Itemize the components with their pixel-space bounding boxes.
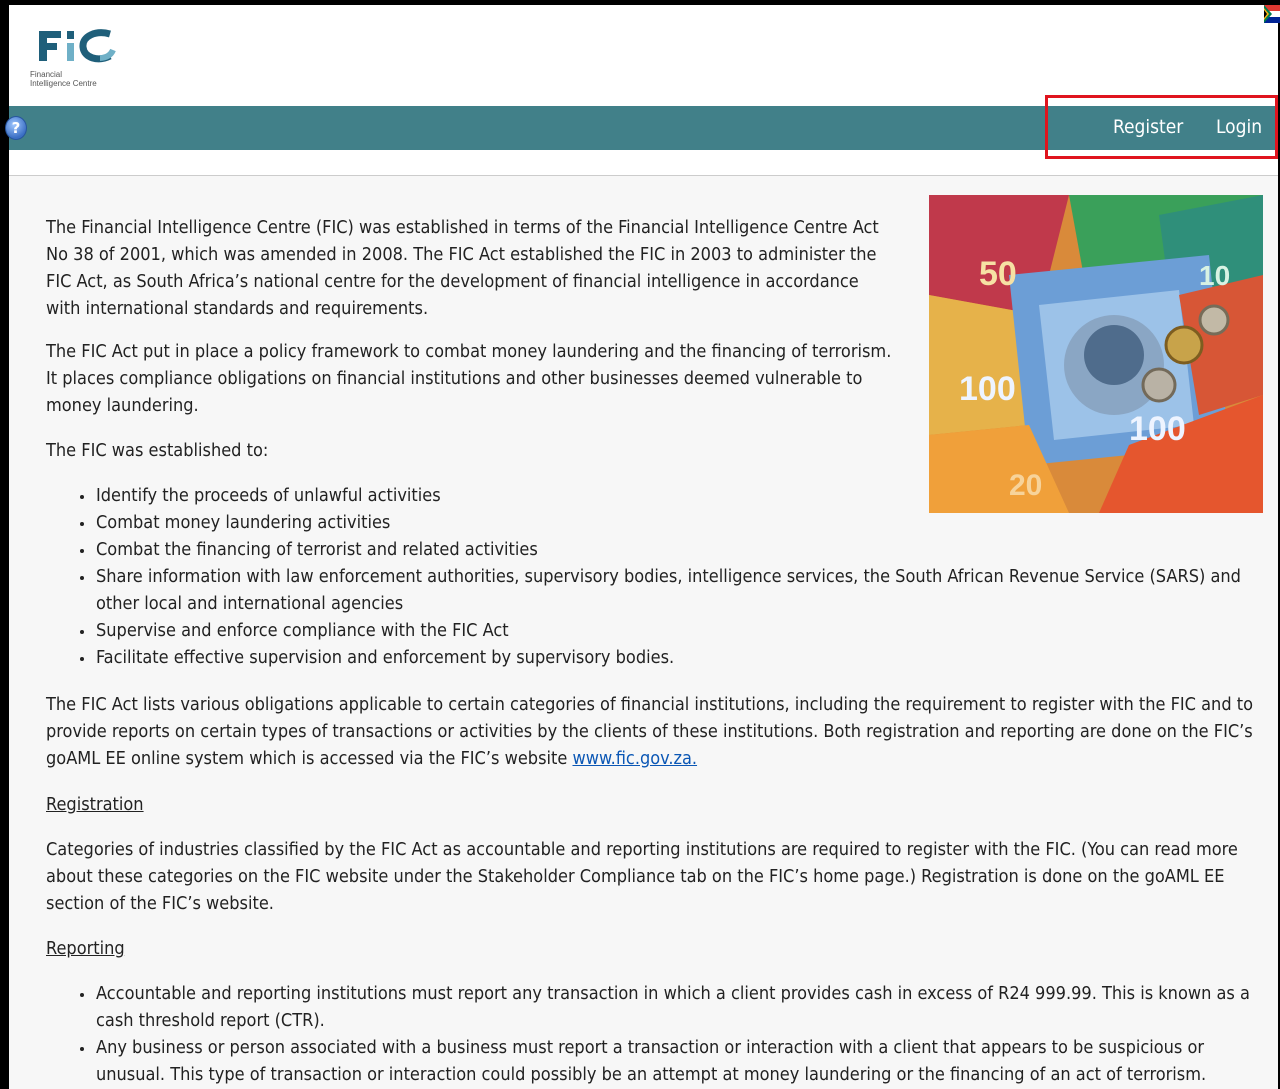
list-item: Share information with law enforcement a… — [80, 563, 1261, 617]
svg-text:100: 100 — [1129, 410, 1186, 448]
purposes-list: Identify the proceeds of unlawful activi… — [80, 482, 1261, 671]
obligations-paragraph: The FIC Act lists various obligations ap… — [46, 691, 1256, 772]
reporting-heading: Reporting — [46, 938, 125, 959]
intro-paragraph-3: The FIC was established to: — [46, 440, 269, 461]
list-item: Accountable and reporting institutions m… — [80, 980, 1261, 1034]
logo-tagline: Financial Intelligence Centre — [30, 70, 97, 88]
list-item: Supervise and enforce compliance with th… — [80, 617, 1261, 644]
svg-text:10: 10 — [1199, 260, 1230, 291]
list-item: Any business or person associated with a… — [80, 1034, 1261, 1088]
reporting-list: Accountable and reporting institutions m… — [80, 980, 1261, 1088]
registration-paragraph: Categories of industries classified by t… — [46, 839, 1238, 914]
help-icon[interactable]: ? — [5, 116, 27, 140]
banknotes-image: 50 100 100 10 20 — [929, 195, 1263, 513]
intro-paragraph-1: The Financial Intelligence Centre (FIC) … — [46, 217, 879, 319]
fic-website-link[interactable]: www.fic.gov.za. — [572, 748, 697, 769]
login-link[interactable]: Login — [1216, 114, 1262, 140]
list-item: Facilitate effective supervision and enf… — [80, 644, 1261, 671]
intro-paragraph-2: The FIC Act put in place a policy framew… — [46, 341, 892, 416]
registration-heading: Registration — [46, 794, 144, 815]
register-link[interactable]: Register — [1113, 114, 1183, 140]
list-item: Combat the financing of terrorist and re… — [80, 536, 1261, 563]
list-item: Identify the proceeds of unlawful activi… — [80, 482, 1261, 509]
south-africa-flag-icon[interactable] — [1264, 5, 1280, 23]
svg-text:50: 50 — [979, 255, 1017, 293]
svg-text:100: 100 — [959, 370, 1016, 408]
list-item: Combat money laundering activities — [80, 509, 1261, 536]
